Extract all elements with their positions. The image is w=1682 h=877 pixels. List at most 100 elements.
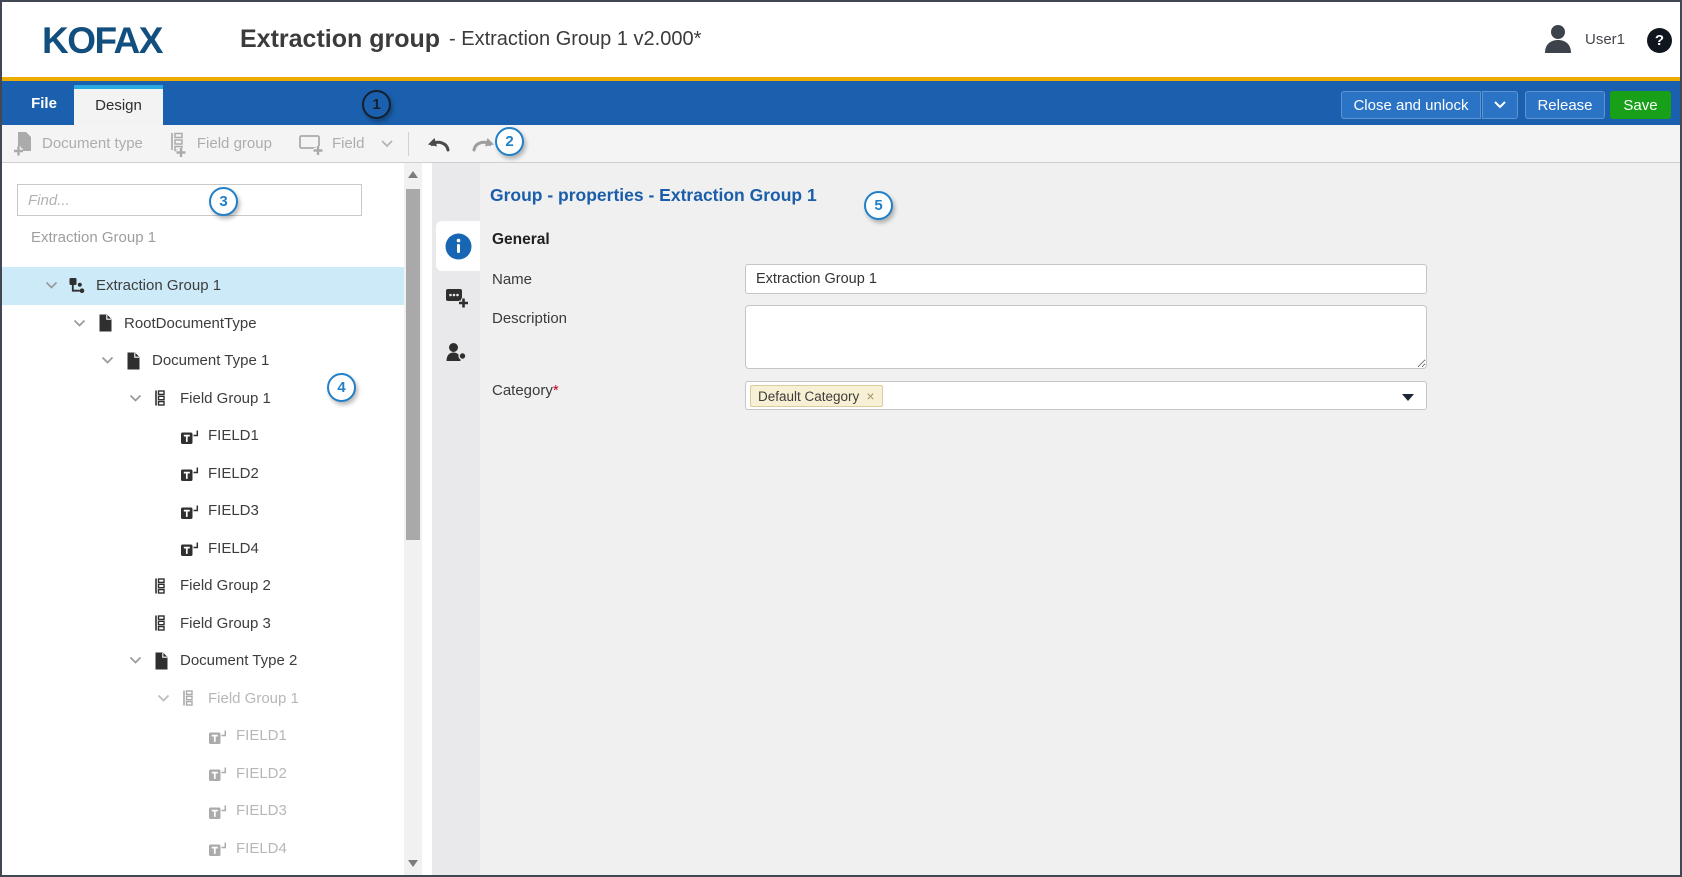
scrollbar-thumb[interactable] — [406, 189, 420, 540]
tab-design[interactable]: Design — [74, 85, 163, 125]
field-icon — [178, 426, 200, 446]
add-field-group-button[interactable]: Field group — [167, 131, 272, 157]
chevron-down-icon[interactable] — [36, 280, 66, 291]
extraction-group-icon — [66, 276, 88, 296]
document-type-icon — [150, 651, 172, 671]
tree-item-label: FIELD3 — [208, 502, 259, 519]
tree-item-label: Document Type 2 — [180, 652, 297, 669]
callout-2: 2 — [495, 127, 524, 156]
category-combobox[interactable]: Default Category × — [745, 381, 1427, 410]
tree-item[interactable]: Field Group 2 — [2, 567, 404, 605]
field-icon — [178, 538, 200, 558]
tab-annotations[interactable] — [444, 285, 469, 310]
app-title: Extraction group — [240, 25, 440, 54]
field-icon — [206, 838, 228, 858]
tree-item-label: Field Group 2 — [180, 577, 271, 594]
user-name: User1 — [1585, 31, 1625, 48]
add-field-label: Field — [332, 135, 365, 152]
category-tag: Default Category × — [750, 385, 883, 407]
tree-item[interactable]: FIELD4 — [2, 530, 404, 568]
tree-item-label: Field Group 1 — [180, 390, 271, 407]
tree-item-label: FIELD4 — [236, 840, 287, 857]
chevron-down-icon[interactable] — [380, 139, 394, 149]
header: KOFAX Extraction group - Extraction Grou… — [2, 2, 1680, 77]
name-field[interactable] — [745, 264, 1427, 294]
scroll-up-icon[interactable] — [408, 171, 418, 178]
dropdown-caret-icon[interactable] — [1402, 394, 1414, 401]
tree-item[interactable]: FIELD3 — [2, 492, 404, 530]
chevron-down-icon[interactable] — [120, 393, 150, 404]
chevron-down-icon[interactable] — [148, 693, 178, 704]
active-tab-accent — [74, 85, 163, 89]
tree-item[interactable]: Extraction Group 1 — [2, 267, 404, 305]
callout-5: 5 — [864, 191, 893, 220]
tree-item[interactable]: FIELD1 — [2, 417, 404, 455]
properties-tab-strip — [432, 163, 480, 875]
tab-design-label: Design — [95, 97, 142, 114]
description-field[interactable] — [745, 305, 1427, 369]
app-window: KOFAX Extraction group - Extraction Grou… — [0, 0, 1682, 877]
close-and-unlock-menu-button[interactable] — [1482, 91, 1518, 119]
ribbon: File Design Close and unlock Release Sav… — [2, 81, 1680, 125]
chevron-down-icon[interactable] — [64, 318, 94, 329]
undo-button[interactable] — [425, 134, 452, 154]
field-group-icon — [150, 613, 172, 633]
kofax-logo: KOFAX — [42, 20, 162, 62]
add-document-type-button[interactable]: Document type — [12, 131, 143, 157]
tree-item[interactable]: FIELD1 — [2, 717, 404, 755]
tree-scrollbar[interactable] — [404, 163, 422, 875]
add-document-type-label: Document type — [42, 135, 143, 152]
tree-item[interactable]: Field Group 3 — [2, 605, 404, 643]
tree-item-label: RootDocumentType — [124, 315, 257, 332]
field-group-add-icon — [167, 131, 191, 157]
tree-item[interactable]: FIELD2 — [2, 455, 404, 493]
toolbar-separator — [408, 132, 409, 156]
description-label: Description — [492, 310, 567, 327]
save-button[interactable]: Save — [1610, 91, 1671, 119]
tab-users[interactable] — [444, 340, 469, 365]
field-icon — [178, 463, 200, 483]
required-mark: * — [553, 382, 559, 399]
callout-1: 1 — [362, 90, 391, 119]
tree-item[interactable]: RootDocumentType — [2, 305, 404, 343]
chevron-down-icon[interactable] — [120, 655, 150, 666]
field-add-icon — [298, 132, 326, 156]
tree-item-label: Field Group 1 — [208, 690, 299, 707]
callout-3: 3 — [209, 187, 238, 216]
tree-item-label: Field Group 3 — [180, 615, 271, 632]
tree-item-label: FIELD1 — [208, 427, 259, 444]
help-button[interactable]: ? — [1647, 28, 1672, 53]
tree-item[interactable]: FIELD4 — [2, 830, 404, 868]
tag-remove-icon[interactable]: × — [866, 388, 874, 404]
field-icon — [206, 801, 228, 821]
callout-4: 4 — [327, 373, 356, 402]
tab-file[interactable]: File — [22, 81, 66, 125]
tab-general-info[interactable] — [436, 221, 480, 271]
field-group-icon — [150, 576, 172, 596]
tree-item-label: FIELD4 — [208, 540, 259, 557]
document-type-icon — [122, 351, 144, 371]
scroll-down-icon[interactable] — [408, 860, 418, 867]
add-field-group-label: Field group — [197, 135, 272, 152]
tree-item[interactable]: Field Group 1 — [2, 680, 404, 718]
tree-item[interactable]: FIELD3 — [2, 792, 404, 830]
chevron-down-icon[interactable] — [92, 355, 122, 366]
redo-button[interactable] — [470, 134, 497, 154]
tree-item[interactable]: Document Type 2 — [2, 642, 404, 680]
release-button[interactable]: Release — [1525, 91, 1605, 119]
close-and-unlock-button[interactable]: Close and unlock — [1341, 91, 1481, 119]
document-type-icon — [94, 313, 116, 333]
properties-panel: Group - properties - Extraction Group 1 … — [480, 163, 1680, 875]
tree-item-label: Extraction Group 1 — [96, 277, 221, 294]
find-input[interactable] — [17, 184, 362, 216]
tree-item-label: FIELD3 — [236, 802, 287, 819]
add-field-button[interactable]: Field — [298, 132, 395, 156]
window-title: Extraction group - Extraction Group 1 v2… — [240, 2, 701, 77]
tree-panel: Extraction Group 1 Extraction Group 1 Roo… — [2, 163, 404, 875]
tree-item-label: FIELD2 — [236, 765, 287, 782]
field-icon — [206, 726, 228, 746]
tree: Extraction Group 1 RootDocumentType Docume… — [2, 267, 404, 867]
tree-item[interactable]: FIELD2 — [2, 755, 404, 793]
name-label: Name — [492, 271, 532, 288]
info-icon — [445, 233, 472, 260]
